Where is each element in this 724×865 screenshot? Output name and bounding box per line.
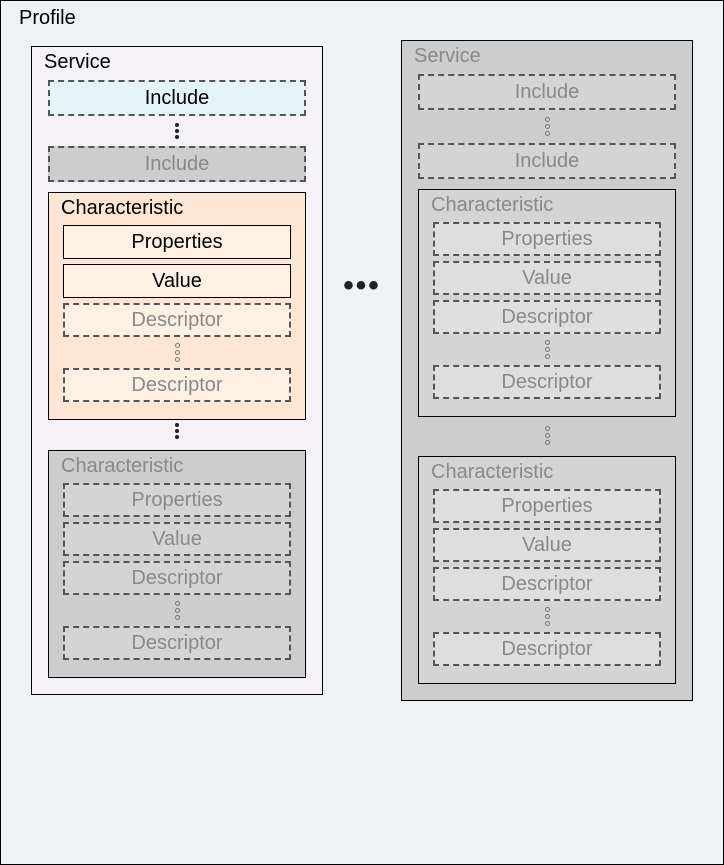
service-box-right: Service Include Include Characteristic P… (401, 40, 693, 701)
value-box-muted: Value (433, 528, 661, 562)
properties-box-muted: Properties (433, 222, 661, 256)
horizontal-ellipsis-icon: ••• (323, 269, 401, 303)
characteristic-box-muted: Characteristic Properties Value Descript… (48, 450, 306, 678)
vertical-circles-icon (433, 339, 661, 360)
vertical-dots-icon (48, 122, 306, 140)
vertical-circles-icon (433, 606, 661, 627)
include-box-muted: Include (48, 146, 306, 182)
characteristic-box-active: Characteristic Properties Value Descript… (48, 192, 306, 420)
properties-box-muted: Properties (63, 483, 291, 517)
descriptor-box: Descriptor (433, 300, 661, 334)
descriptor-box: Descriptor (63, 626, 291, 660)
include-box-muted: Include (418, 143, 676, 179)
vertical-circles-icon (418, 425, 676, 446)
characteristic-title: Characteristic (61, 197, 291, 220)
service-title: Service (44, 51, 306, 74)
vertical-dots-icon (48, 422, 306, 440)
include-box-muted: Include (418, 74, 676, 110)
descriptor-box: Descriptor (63, 368, 291, 402)
service-title: Service (414, 45, 676, 68)
value-box-muted: Value (63, 522, 291, 556)
value-box-muted: Value (433, 261, 661, 295)
characteristic-box-muted: Characteristic Properties Value Descript… (418, 189, 676, 417)
service-box-left: Service Include Include Characteristic P… (31, 46, 323, 695)
columns-wrapper: Service Include Include Characteristic P… (31, 40, 693, 701)
characteristic-title: Characteristic (431, 461, 661, 484)
vertical-circles-icon (418, 116, 676, 137)
characteristic-title: Characteristic (61, 455, 291, 478)
value-box-active: Value (63, 264, 291, 298)
profile-title: Profile (19, 7, 693, 30)
descriptor-box: Descriptor (63, 303, 291, 337)
descriptor-box: Descriptor (433, 632, 661, 666)
include-box-active: Include (48, 80, 306, 116)
service-column-right: Service Include Include Characteristic P… (401, 40, 693, 701)
vertical-circles-icon (63, 600, 291, 621)
descriptor-box: Descriptor (433, 365, 661, 399)
properties-box-muted: Properties (433, 489, 661, 523)
profile-container: Profile Service Include Include Characte… (0, 0, 724, 865)
vertical-circles-icon (63, 342, 291, 363)
characteristic-title: Characteristic (431, 194, 661, 217)
descriptor-box: Descriptor (63, 561, 291, 595)
properties-box-active: Properties (63, 225, 291, 259)
descriptor-box: Descriptor (433, 567, 661, 601)
service-column-left: Service Include Include Characteristic P… (31, 46, 323, 695)
characteristic-box-muted: Characteristic Properties Value Descript… (418, 456, 676, 684)
